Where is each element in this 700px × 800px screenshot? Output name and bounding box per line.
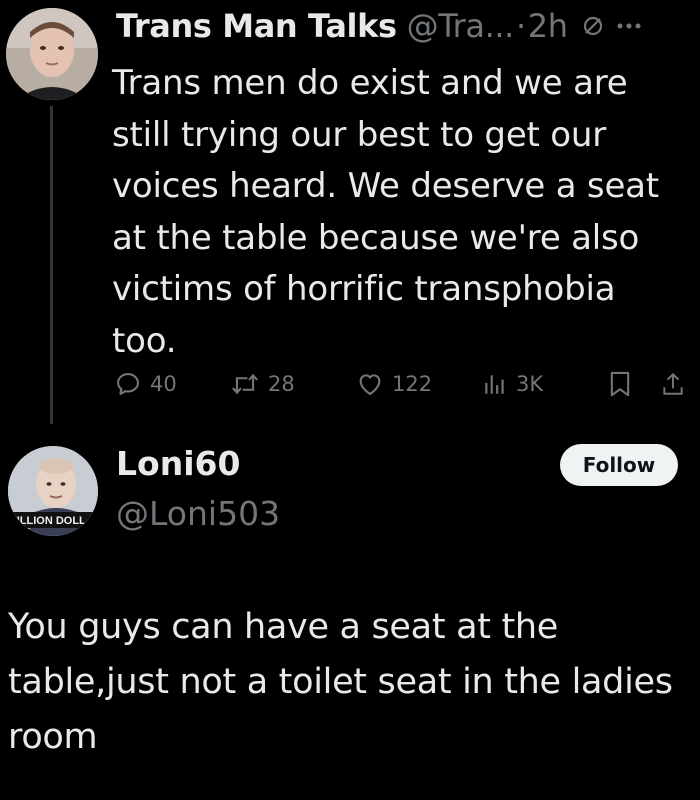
retweet-icon (232, 373, 258, 395)
restricted-replies-icon (582, 15, 604, 37)
more-options-icon[interactable] (616, 21, 642, 31)
views-button[interactable]: 3K (482, 366, 543, 402)
reply-author-handle[interactable]: @Loni503 (116, 494, 280, 533)
reply-button[interactable]: 40 (114, 366, 177, 402)
reply-count: 40 (150, 372, 177, 396)
reply-text: You guys can have a seat at the table,ju… (8, 607, 673, 757)
profile-photo (6, 8, 98, 100)
author-handle[interactable]: @Tra... (407, 7, 515, 45)
tweet-header: Trans Man Talks @Tra... · 2h (116, 6, 642, 46)
bookmark-button[interactable] (608, 366, 632, 402)
thread-connector-line (50, 106, 53, 424)
profile-photo: ZILLION DOLL (8, 446, 98, 536)
retweet-button[interactable]: 28 (230, 366, 295, 402)
author-name[interactable]: Trans Man Talks (116, 7, 397, 45)
bookmark-icon (610, 371, 630, 397)
like-count: 122 (392, 372, 433, 396)
avatar-caption: ZILLION DOLL (10, 515, 86, 527)
share-icon (663, 372, 683, 395)
heart-icon (359, 374, 381, 395)
follow-button[interactable]: Follow (560, 444, 678, 486)
tweet-action-bar: 40 28 122 3K (110, 366, 690, 402)
reply-icon (117, 373, 139, 395)
timestamp[interactable]: 2h (528, 7, 568, 45)
retweet-count: 28 (268, 372, 295, 396)
tweet-text: Trans men do exist and we are still tryi… (112, 63, 659, 361)
avatar[interactable]: ZILLION DOLL (8, 446, 98, 536)
views-chart-icon (485, 375, 504, 394)
view-count: 3K (516, 372, 544, 396)
reply-author-name[interactable]: Loni60 (116, 444, 240, 483)
separator-dot: · (515, 7, 526, 45)
like-button[interactable]: 122 (356, 366, 432, 402)
share-button[interactable] (660, 366, 686, 402)
avatar[interactable] (6, 8, 98, 100)
